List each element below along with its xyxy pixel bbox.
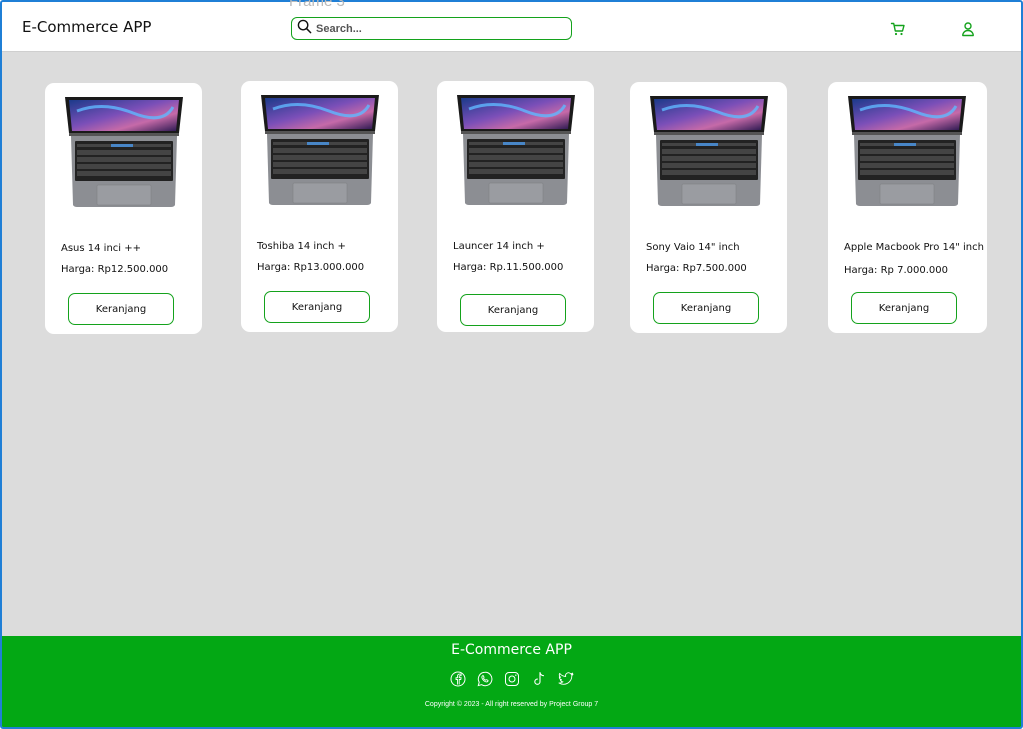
add-to-cart-button[interactable]: Keranjang: [653, 292, 759, 324]
footer-title: E-Commerce APP: [451, 642, 572, 658]
product-card: Sony Vaio 14" inch Harga: Rp7.500.000 Ke…: [630, 82, 787, 333]
add-to-cart-button[interactable]: Keranjang: [264, 291, 370, 323]
product-price: Harga: Rp7.500.000: [646, 263, 747, 274]
laptop-image: [648, 92, 770, 208]
user-icon[interactable]: [960, 21, 976, 37]
header: E-Commerce APP: [2, 2, 1021, 52]
twitter-icon[interactable]: [558, 671, 574, 687]
frame-label: Frame 3: [289, 0, 345, 10]
product-name: Asus 14 inci ++: [61, 243, 142, 254]
tiktok-icon[interactable]: [531, 671, 547, 687]
brand-title: E-Commerce APP: [22, 18, 152, 36]
social-links: [2, 671, 1021, 687]
add-to-cart-button[interactable]: Keranjang: [460, 294, 566, 326]
search-box[interactable]: [291, 17, 572, 40]
product-name: Toshiba 14 inch +: [257, 241, 346, 252]
product-card: Asus 14 inci ++ Harga: Rp12.500.000 Kera…: [45, 83, 202, 334]
whatsapp-icon[interactable]: [477, 671, 493, 687]
product-name: Sony Vaio 14" inch: [646, 242, 740, 253]
instagram-icon[interactable]: [504, 671, 520, 687]
app-frame: E-Commerce APP Asus 14 inci ++ Harga: Rp…: [0, 0, 1023, 729]
laptop-image: [455, 91, 577, 207]
facebook-icon[interactable]: [450, 671, 466, 687]
product-price: Harga: Rp12.500.000: [61, 264, 169, 275]
search-icon: [297, 19, 312, 39]
add-to-cart-button[interactable]: Keranjang: [851, 292, 957, 324]
product-card: Launcer 14 inch + Harga: Rp.11.500.000 K…: [437, 81, 594, 332]
product-price: Harga: Rp 7.000.000: [844, 265, 948, 276]
laptop-image: [259, 91, 381, 207]
product-price: Harga: Rp.11.500.000: [453, 262, 564, 273]
product-card: Apple Macbook Pro 14" inch Harga: Rp 7.0…: [828, 82, 987, 333]
product-name: Launcer 14 inch +: [453, 241, 545, 252]
copyright-text: Copyright © 2023 - All right reserved by…: [424, 701, 599, 708]
add-to-cart-button[interactable]: Keranjang: [68, 293, 174, 325]
laptop-image: [846, 92, 968, 208]
search-input[interactable]: [316, 22, 556, 35]
product-price: Harga: Rp13.000.000: [257, 262, 365, 273]
product-name: Apple Macbook Pro 14" inch: [844, 242, 984, 253]
laptop-image: [63, 93, 185, 209]
cart-icon[interactable]: [890, 21, 906, 37]
footer: E-Commerce APP Copyright © 2023 - All ri…: [2, 636, 1021, 727]
product-card: Toshiba 14 inch + Harga: Rp13.000.000 Ke…: [241, 81, 398, 332]
